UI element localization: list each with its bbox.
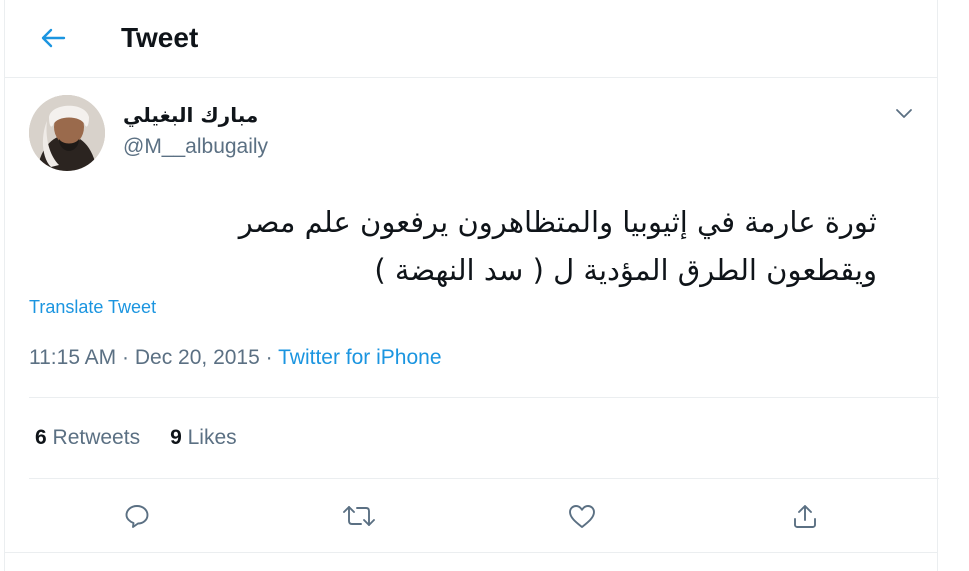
avatar[interactable] — [29, 95, 105, 171]
like-button[interactable] — [558, 492, 606, 540]
more-options-button[interactable] — [890, 100, 918, 128]
like-icon — [567, 502, 597, 530]
likes-label: Likes — [187, 426, 237, 449]
header-bar: Tweet — [5, 0, 937, 78]
arrow-left-icon — [40, 27, 66, 49]
divider — [29, 397, 939, 398]
tweet-text-line: ثورة عارمة في إثيوبيا والمتظاهرون يرفعون… — [238, 205, 877, 239]
author-name[interactable]: مبارك البغيلي — [123, 103, 258, 127]
action-bar — [5, 492, 937, 540]
tweet-panel: Tweet مبارك البغيلي @M__albugaily ثورة ع… — [4, 0, 939, 571]
retweets-count: 6 — [35, 426, 47, 449]
retweet-button[interactable] — [335, 492, 383, 540]
divider — [5, 552, 937, 553]
retweets-stat[interactable]: 6 Retweets — [35, 426, 140, 450]
tweet-text: ثورة عارمة في إثيوبيا والمتظاهرون يرفعون… — [97, 198, 877, 294]
reply-button[interactable] — [113, 492, 161, 540]
translate-tweet-link[interactable]: Translate Tweet — [29, 297, 156, 318]
author-handle[interactable]: @M__albugaily — [123, 135, 268, 159]
tweet-date[interactable]: Dec 20, 2015 — [135, 346, 260, 369]
separator: · — [265, 346, 273, 369]
page-title: Tweet — [121, 22, 199, 53]
retweet-icon — [342, 502, 376, 530]
retweets-label: Retweets — [52, 426, 141, 449]
share-button[interactable] — [781, 492, 829, 540]
tweet-source-link[interactable]: Twitter for iPhone — [278, 346, 441, 369]
share-icon — [791, 502, 819, 530]
tweet-stats: 6 Retweets 9 Likes — [35, 426, 237, 450]
tweet-text-line: ويقطعون الطرق المؤدية ل ( سد النهضة ) — [374, 253, 877, 287]
chevron-down-icon — [895, 108, 913, 120]
tweet-metadata: 11:15 AM · Dec 20, 2015 · Twitter for iP… — [29, 346, 442, 370]
tweet-time[interactable]: 11:15 AM — [29, 346, 116, 369]
likes-stat[interactable]: 9 Likes — [170, 426, 237, 450]
reply-icon — [123, 502, 151, 530]
separator: · — [122, 346, 130, 369]
likes-count: 9 — [170, 426, 182, 449]
divider — [29, 478, 939, 479]
back-button[interactable] — [35, 20, 71, 56]
